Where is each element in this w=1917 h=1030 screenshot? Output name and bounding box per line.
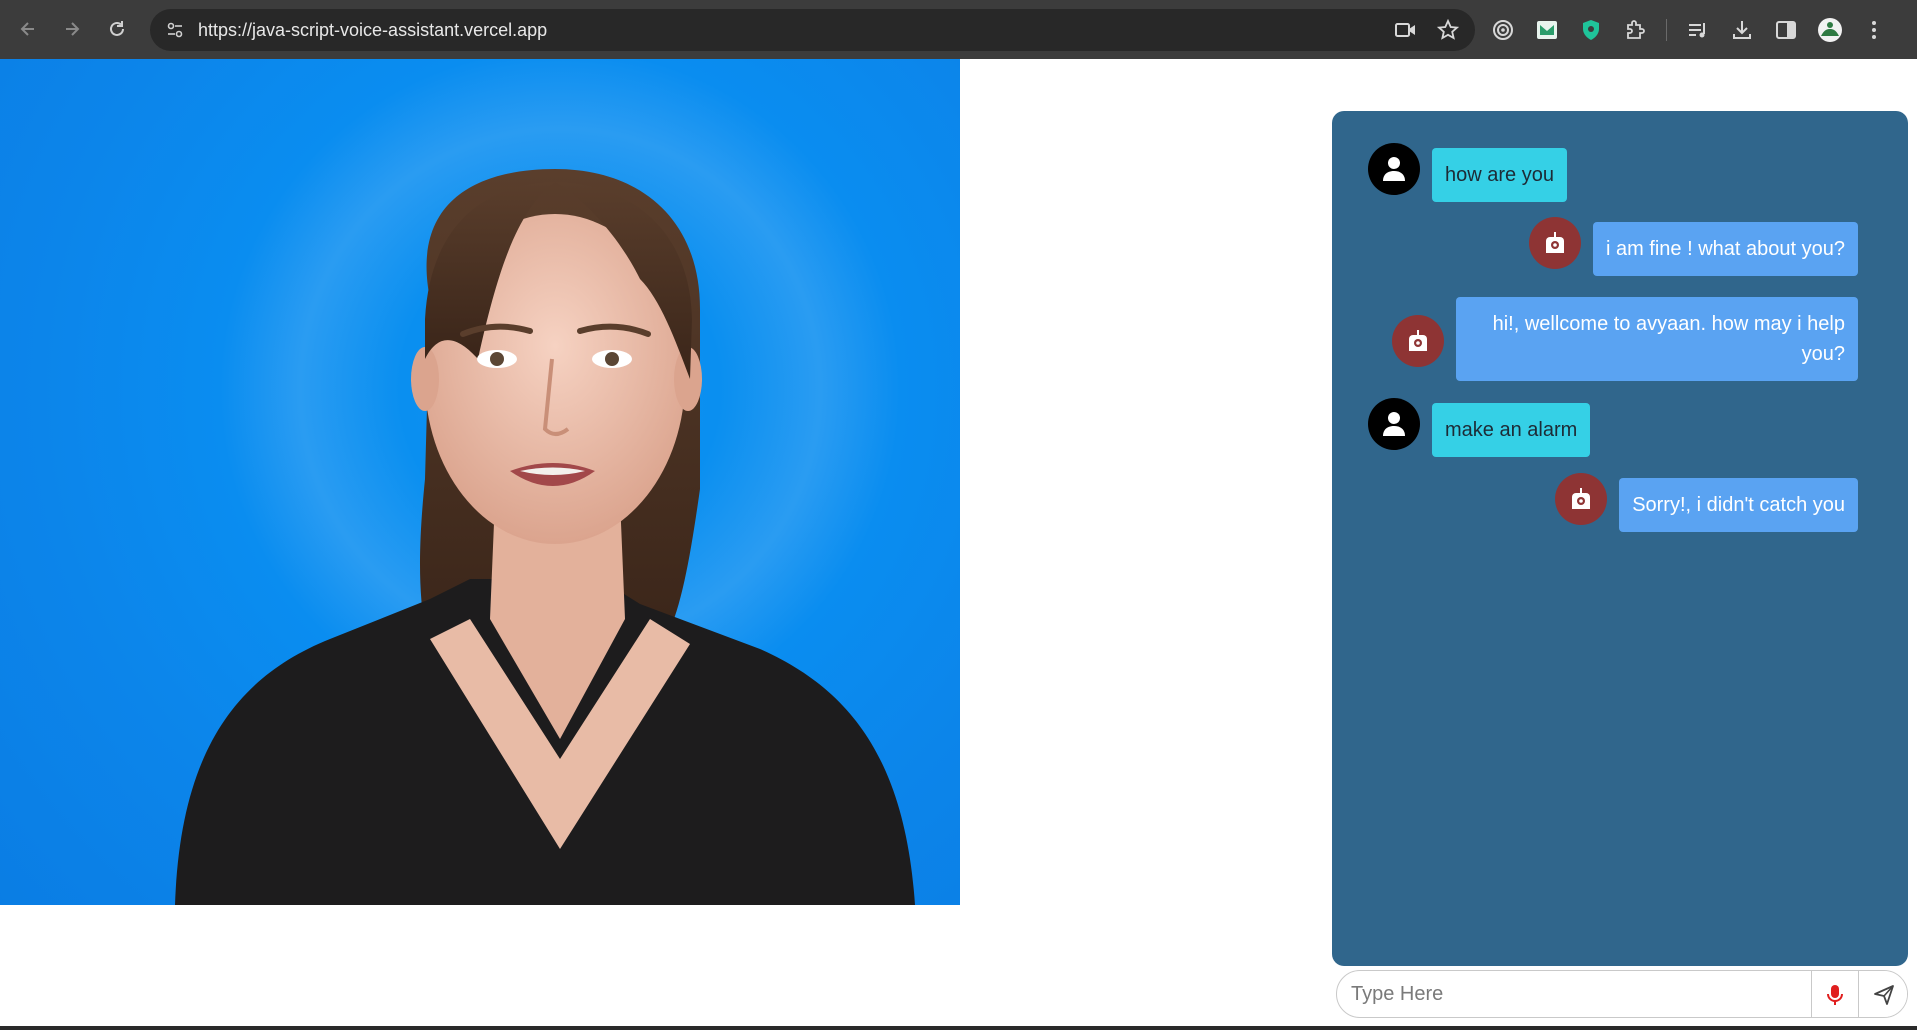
chat-panel: how are you i am fine ! what about you? … [1332, 111, 1908, 966]
mail-extension-icon[interactable] [1534, 17, 1560, 43]
bot-avatar [1528, 217, 1581, 269]
chat-message-bot: hi!, wellcome to avyaan. how may i help … [1392, 292, 1858, 381]
toolbar-divider [1666, 19, 1667, 41]
bookmark-star-icon[interactable] [1435, 17, 1461, 43]
message-bubble: make an alarm [1432, 403, 1591, 457]
browser-toolbar: https://java-script-voice-assistant.verc… [0, 0, 1917, 59]
send-button[interactable] [1859, 971, 1907, 1017]
assistant-avatar-illustration [175, 169, 915, 905]
send-icon [1874, 985, 1894, 1005]
robot-icon [1545, 232, 1564, 253]
reload-icon [110, 21, 124, 36]
message-text-line: you? [1801, 343, 1845, 365]
back-button[interactable] [8, 9, 48, 49]
microphone-button[interactable] [1811, 971, 1859, 1017]
forward-arrow-icon [66, 22, 80, 36]
user-avatar [1368, 398, 1420, 450]
chat-message-user: how are you [1368, 143, 1567, 202]
robot-icon [1572, 488, 1591, 509]
bot-avatar [1555, 473, 1608, 525]
message-bubble: hi!, wellcome to avyaan. how may i help … [1456, 297, 1858, 381]
site-info-icon[interactable] [162, 17, 188, 43]
assistant-video[interactable] [0, 59, 960, 905]
chat-input-bar [1336, 970, 1908, 1018]
shield-extension-icon[interactable] [1578, 17, 1604, 43]
message-bubble: i am fine ! what about you? [1592, 222, 1858, 276]
robot-icon [1409, 330, 1427, 351]
message-text-line: hi!, wellcome to avyaan. how may i help [1492, 313, 1845, 335]
target-extension-icon[interactable] [1490, 17, 1516, 43]
reading-list-icon[interactable] [1685, 17, 1711, 43]
forward-button[interactable] [52, 9, 92, 49]
address-bar[interactable]: https://java-script-voice-assistant.verc… [150, 9, 1475, 51]
reload-button[interactable] [97, 9, 137, 49]
extensions-puzzle-icon[interactable] [1622, 17, 1648, 43]
more-menu-icon[interactable] [1861, 17, 1887, 43]
bot-avatar [1392, 315, 1444, 367]
microphone-icon [1827, 985, 1843, 1005]
downloads-icon[interactable] [1729, 17, 1755, 43]
message-input[interactable] [1351, 971, 1791, 1017]
message-bubble: how are you [1432, 148, 1567, 202]
camera-icon[interactable] [1393, 17, 1419, 43]
user-avatar [1368, 143, 1420, 195]
message-bubble: Sorry!, i didn't catch you [1619, 478, 1858, 532]
user-icon [1383, 412, 1405, 436]
chat-message-user: make an alarm [1368, 398, 1591, 457]
user-icon [1383, 157, 1405, 181]
side-panel-icon[interactable] [1773, 17, 1799, 43]
back-arrow-icon [20, 22, 34, 36]
chat-message-bot: Sorry!, i didn't catch you [1555, 473, 1858, 532]
window-bottom-edge [0, 1026, 1917, 1030]
chat-message-bot: i am fine ! what about you? [1528, 217, 1858, 276]
url-text[interactable]: https://java-script-voice-assistant.verc… [198, 20, 547, 41]
profile-avatar[interactable] [1817, 17, 1843, 43]
